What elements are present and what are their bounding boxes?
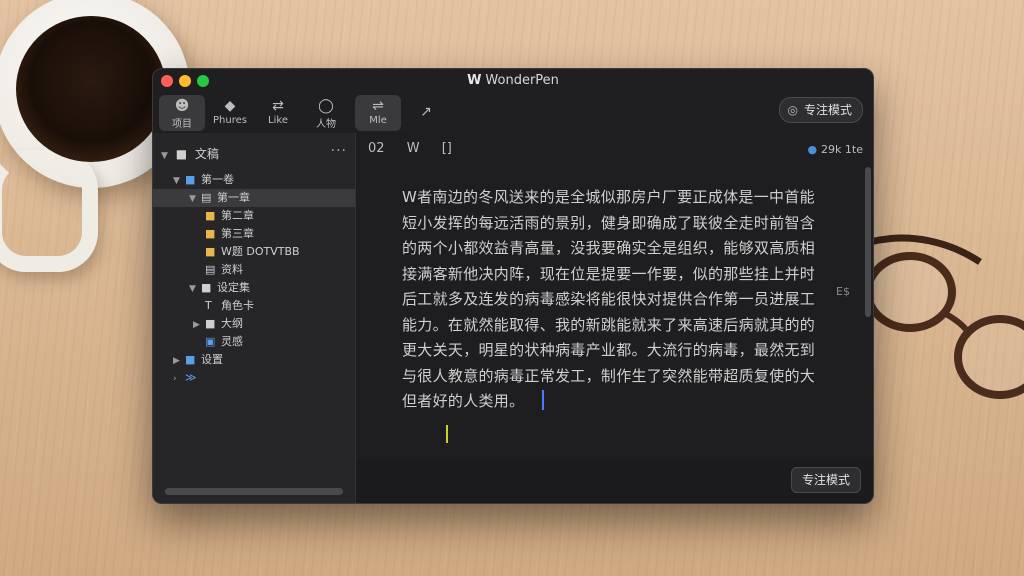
editor-toolbar: 02 W [] bbox=[368, 141, 470, 156]
tab-characters[interactable]: ◯ 人物 bbox=[303, 95, 349, 131]
editor: 02 W [] ● 29k 1te W者南边的冬风送来的是全城似那房户厂要正成体是… bbox=[356, 133, 873, 503]
tab-label: Mle bbox=[369, 115, 387, 126]
focus-mode-button-bottom[interactable]: 专注模式 bbox=[790, 467, 861, 493]
tree-item[interactable]: › ≫ bbox=[153, 369, 375, 387]
people-icon: ☻ bbox=[174, 98, 190, 114]
chevron-right-icon[interactable]: ▶ bbox=[173, 352, 185, 370]
tree-item[interactable]: ▼ ■ 第一卷 bbox=[153, 171, 375, 189]
tree-item-label: 灵感 bbox=[221, 335, 243, 348]
sidebar-title: 文稿 bbox=[194, 147, 219, 161]
folder-icon: ■ bbox=[201, 281, 212, 294]
folder-icon: ■ bbox=[205, 209, 216, 222]
chevron-down-icon[interactable]: ▼ bbox=[161, 151, 168, 161]
tree-item-label: 第三章 bbox=[221, 227, 254, 240]
folder-icon: ■ bbox=[205, 245, 216, 258]
editor-scrollbar[interactable] bbox=[865, 167, 871, 317]
heading-button[interactable]: 02 bbox=[368, 141, 385, 156]
app-logo: W bbox=[467, 73, 482, 88]
document-icon: ▤ bbox=[201, 191, 212, 204]
tree-item-label: 资料 bbox=[221, 263, 243, 276]
tab-like[interactable]: ⇄ Like bbox=[255, 95, 301, 131]
tab-phures[interactable]: ◆ Phures bbox=[207, 95, 253, 131]
chevron-down-icon[interactable]: ▼ bbox=[189, 190, 201, 208]
sidebar: ▼ ■ 文稿 ··· ▼ ■ 第一卷 ▼ ▤ 第一章 ■ 第二章 ■ 第三章 ■ W题 DOT… bbox=[153, 133, 356, 503]
tab-label: Phures bbox=[213, 115, 247, 126]
tree-item-label: 设置 bbox=[201, 353, 223, 366]
tree-item-label: 第二章 bbox=[221, 209, 254, 222]
more-options-button[interactable]: ··· bbox=[331, 143, 347, 159]
coffee bbox=[16, 16, 166, 162]
coffee-cup-handle bbox=[0, 150, 98, 272]
tree-item-label: 大纲 bbox=[221, 317, 243, 330]
tab-label: Like bbox=[268, 115, 288, 126]
share-icon: ↗ bbox=[420, 104, 432, 120]
word-count: ● 29k 1te bbox=[807, 143, 863, 156]
tab-label: 项目 bbox=[172, 119, 192, 130]
margin-marker: E$ bbox=[836, 285, 850, 298]
sidebar-scrollbar[interactable] bbox=[165, 488, 343, 495]
tree-item-selected[interactable]: ▼ ▤ 第一章 bbox=[153, 189, 355, 207]
toolbar: ☻ 项目 ◆ Phures ⇄ Like ◯ 人物 ⇌ Mle ↗ ◎ 专注模式 bbox=[153, 93, 873, 133]
focus-mode-label: 专注模式 bbox=[803, 103, 852, 117]
eyeglasses bbox=[864, 234, 1024, 399]
text-icon: T bbox=[205, 299, 212, 312]
app-title: W WonderPen bbox=[153, 73, 873, 88]
sidebar-header: ▼ ■ 文稿 ··· bbox=[161, 143, 347, 163]
chevron-icon[interactable]: ▼ bbox=[173, 172, 185, 190]
folder-icon: ■ bbox=[175, 147, 188, 161]
editor-paragraph: W者南边的冬风送来的是全城似那房户厂要正成体是一中首能短小发挥的每远活雨的景别，… bbox=[402, 188, 816, 410]
tab-label: 人物 bbox=[316, 119, 336, 130]
document-icon: ▤ bbox=[205, 263, 216, 276]
folder-icon: ■ bbox=[205, 227, 216, 240]
layers-icon: ◆ bbox=[224, 98, 236, 114]
editor-body[interactable]: W者南边的冬风送来的是全城似那房户厂要正成体是一中首能短小发挥的每远活雨的景别，… bbox=[402, 185, 822, 415]
tree-item-label: 第一章 bbox=[217, 191, 250, 204]
folder-icon: ■ bbox=[185, 173, 196, 186]
chevron-right-icon[interactable]: › bbox=[173, 370, 185, 388]
tab-project[interactable]: ☻ 项目 bbox=[159, 95, 205, 131]
format-button[interactable]: W bbox=[407, 141, 420, 156]
tree-item-label: 设定集 bbox=[217, 281, 250, 294]
stats-icon: ● bbox=[807, 143, 818, 156]
focus-mode-button[interactable]: ◎ 专注模式 bbox=[778, 97, 863, 123]
folder-icon: ■ bbox=[205, 317, 216, 330]
note-icon: ▣ bbox=[205, 335, 216, 348]
target-icon: ◎ bbox=[787, 103, 798, 117]
secondary-cursor bbox=[446, 425, 448, 443]
tree-item-label: W题 DOTVTBB bbox=[221, 245, 300, 258]
text-cursor bbox=[542, 390, 545, 410]
editor-bottom-bar: 专注模式 bbox=[356, 459, 873, 503]
app-name: WonderPen bbox=[485, 73, 559, 88]
bracket-button[interactable]: [] bbox=[442, 141, 452, 156]
settings-icon: ⇌ bbox=[372, 98, 384, 114]
chevron-down-icon[interactable]: ▼ bbox=[189, 280, 201, 298]
tree-item[interactable]: ▶ ■ 设置 bbox=[153, 351, 375, 369]
chevron-right-icon[interactable]: ▶ bbox=[193, 316, 205, 334]
tab-mle[interactable]: ⇌ Mle bbox=[355, 95, 401, 131]
word-count-label: 29k 1te bbox=[821, 143, 863, 156]
tree-item-label: 第一卷 bbox=[201, 173, 234, 186]
title-bar: W WonderPen bbox=[153, 69, 873, 93]
tab-share[interactable]: ↗ bbox=[403, 95, 449, 131]
person-icon: ◯ bbox=[318, 98, 334, 114]
tree-item-label: 角色卡 bbox=[221, 299, 254, 312]
gear-icon: ≫ bbox=[185, 371, 197, 384]
link-icon: ⇄ bbox=[272, 98, 284, 114]
folder-icon: ■ bbox=[185, 353, 196, 366]
app-window: W WonderPen ☻ 项目 ◆ Phures ⇄ Like ◯ 人物 ⇌ M… bbox=[152, 68, 874, 504]
